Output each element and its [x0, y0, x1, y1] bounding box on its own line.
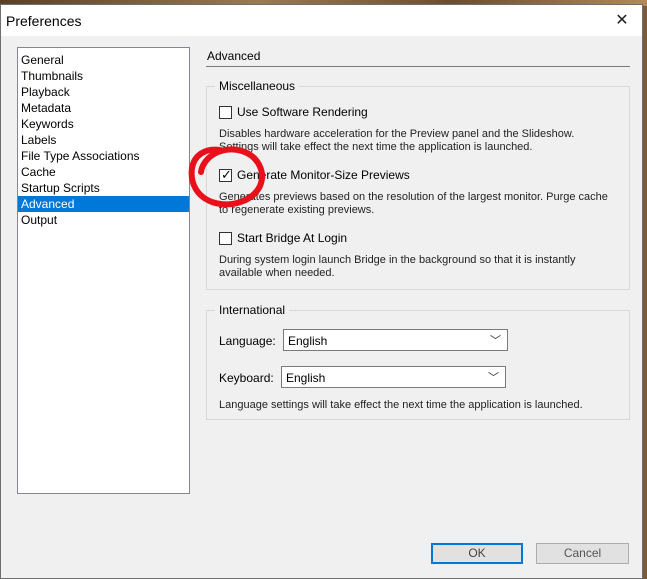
language-settings-note: Language settings will take effect the n…: [219, 399, 583, 411]
close-icon[interactable]: ✕: [612, 11, 632, 31]
sidebar-item-metadata[interactable]: Metadata: [18, 100, 189, 116]
keyboard-select[interactable]: English ﹀: [281, 366, 506, 388]
red-circle-annotation: [188, 146, 265, 208]
software-rendering-checkbox[interactable]: [219, 106, 232, 119]
chevron-down-icon[interactable]: ﹀: [488, 369, 499, 385]
monitor-size-previews-description: Generates previews based on the resoluti…: [219, 191, 608, 216]
section-heading: Advanced: [206, 48, 630, 67]
start-bridge-description: During system login launch Bridge in the…: [219, 254, 576, 279]
sidebar-item-output[interactable]: Output: [18, 212, 189, 228]
sidebar-item-labels[interactable]: Labels: [18, 132, 189, 148]
sidebar-item-cache[interactable]: Cache: [18, 164, 189, 180]
language-select[interactable]: English ﹀: [283, 329, 508, 351]
page-title: Advanced: [207, 49, 261, 63]
sidebar-item-file-type-associations[interactable]: File Type Associations: [18, 148, 189, 164]
sidebar-item-advanced[interactable]: Advanced: [18, 196, 189, 212]
sidebar-item-playback[interactable]: Playback: [18, 84, 189, 100]
group-title-international: International: [215, 303, 290, 317]
ok-button[interactable]: OK: [431, 543, 523, 564]
start-bridge-checkbox[interactable]: [219, 232, 232, 245]
sidebar-item-keywords[interactable]: Keywords: [18, 116, 189, 132]
keyboard-label: Keyboard:: [219, 371, 274, 385]
keyboard-value: English: [286, 371, 326, 385]
software-rendering-description: Disables hardware acceleration for the P…: [219, 128, 575, 153]
preferences-category-list[interactable]: General Thumbnails Playback Metadata Key…: [17, 47, 190, 494]
software-rendering-label[interactable]: Use Software Rendering: [237, 105, 368, 119]
international-group: International Language: English ﹀ Keyboa…: [206, 303, 630, 420]
window-title: Preferences: [6, 13, 82, 29]
sidebar-item-startup-scripts[interactable]: Startup Scripts: [18, 180, 189, 196]
language-value: English: [288, 334, 328, 348]
chevron-down-icon[interactable]: ﹀: [490, 332, 501, 348]
group-title-miscellaneous: Miscellaneous: [215, 79, 300, 93]
cancel-button[interactable]: Cancel: [536, 543, 629, 564]
sidebar-item-thumbnails[interactable]: Thumbnails: [18, 68, 189, 84]
sidebar-item-general[interactable]: General: [18, 52, 189, 68]
title-bar[interactable]: Preferences ✕: [1, 5, 642, 36]
start-bridge-label[interactable]: Start Bridge At Login: [237, 231, 347, 245]
language-label: Language:: [219, 334, 276, 348]
